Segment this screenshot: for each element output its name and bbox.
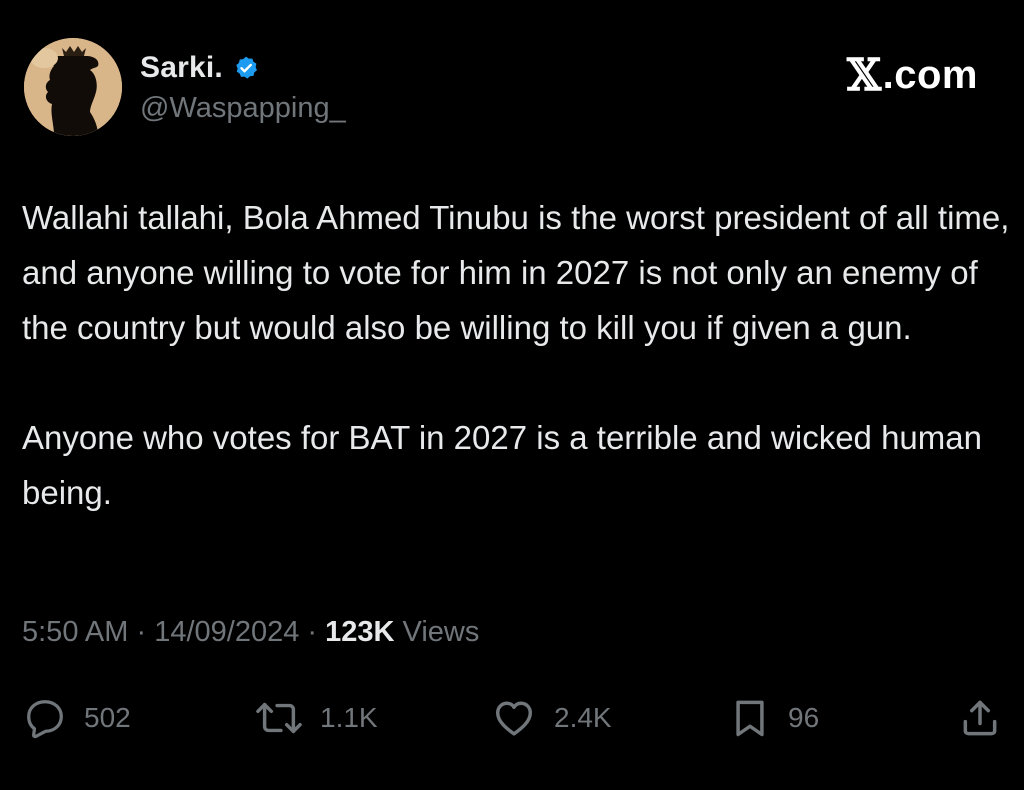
tweet-paragraph: Anyone who votes for BAT in 2027 is a te… — [22, 419, 982, 511]
tweet-date[interactable]: 14/09/2024 — [154, 616, 299, 648]
tweet-text: Wallahi tallahi, Bola Ahmed Tinubu is th… — [22, 190, 1012, 520]
tweet-card: Sarki. @Waspapping_ 𝕏 .com Wallahi tallah… — [0, 0, 1024, 790]
avatar[interactable] — [24, 38, 122, 136]
user-info: Sarki. @Waspapping_ — [140, 48, 346, 125]
like-count: 2.4K — [554, 702, 612, 733]
tweet-paragraph: Wallahi tallahi, Bola Ahmed Tinubu is th… — [22, 199, 1010, 346]
like-button[interactable]: 2.4K — [490, 690, 612, 746]
avatar-silhouette-icon — [24, 38, 122, 136]
share-button[interactable] — [958, 690, 1002, 746]
meta-separator: · — [128, 616, 155, 648]
brand-logo: 𝕏 .com — [847, 50, 978, 101]
brand-suffix: .com — [882, 53, 978, 97]
bookmark-count: 96 — [788, 702, 820, 733]
repost-icon — [256, 702, 302, 734]
bookmark-icon — [736, 700, 764, 737]
tweet-time[interactable]: 5:50 AM — [22, 616, 128, 648]
bookmark-button[interactable]: 96 — [728, 690, 819, 746]
display-name-row: Sarki. — [140, 48, 346, 88]
repost-count: 1.1K — [320, 702, 378, 733]
reply-button[interactable]: 502 — [22, 690, 131, 746]
x-logo-icon: 𝕏 — [847, 50, 882, 101]
repost-button[interactable]: 1.1K — [254, 690, 378, 746]
tweet-meta: 5:50 AM · 14/09/2024 · 123K Views — [22, 616, 479, 649]
reply-icon — [27, 700, 63, 739]
tweet-actions: 502 1.1K 2.4K 96 — [22, 690, 1002, 746]
meta-separator: · — [299, 616, 326, 648]
display-name[interactable]: Sarki. — [140, 51, 223, 85]
heart-icon — [495, 701, 533, 736]
reply-count: 502 — [84, 702, 131, 733]
share-icon — [963, 700, 997, 736]
tweet-header: Sarki. @Waspapping_ 𝕏 .com — [24, 38, 1000, 138]
user-handle[interactable]: @Waspapping_ — [140, 92, 346, 125]
views-label: Views — [394, 616, 480, 648]
verified-badge-icon — [233, 55, 259, 81]
views-count: 123K — [325, 616, 395, 648]
